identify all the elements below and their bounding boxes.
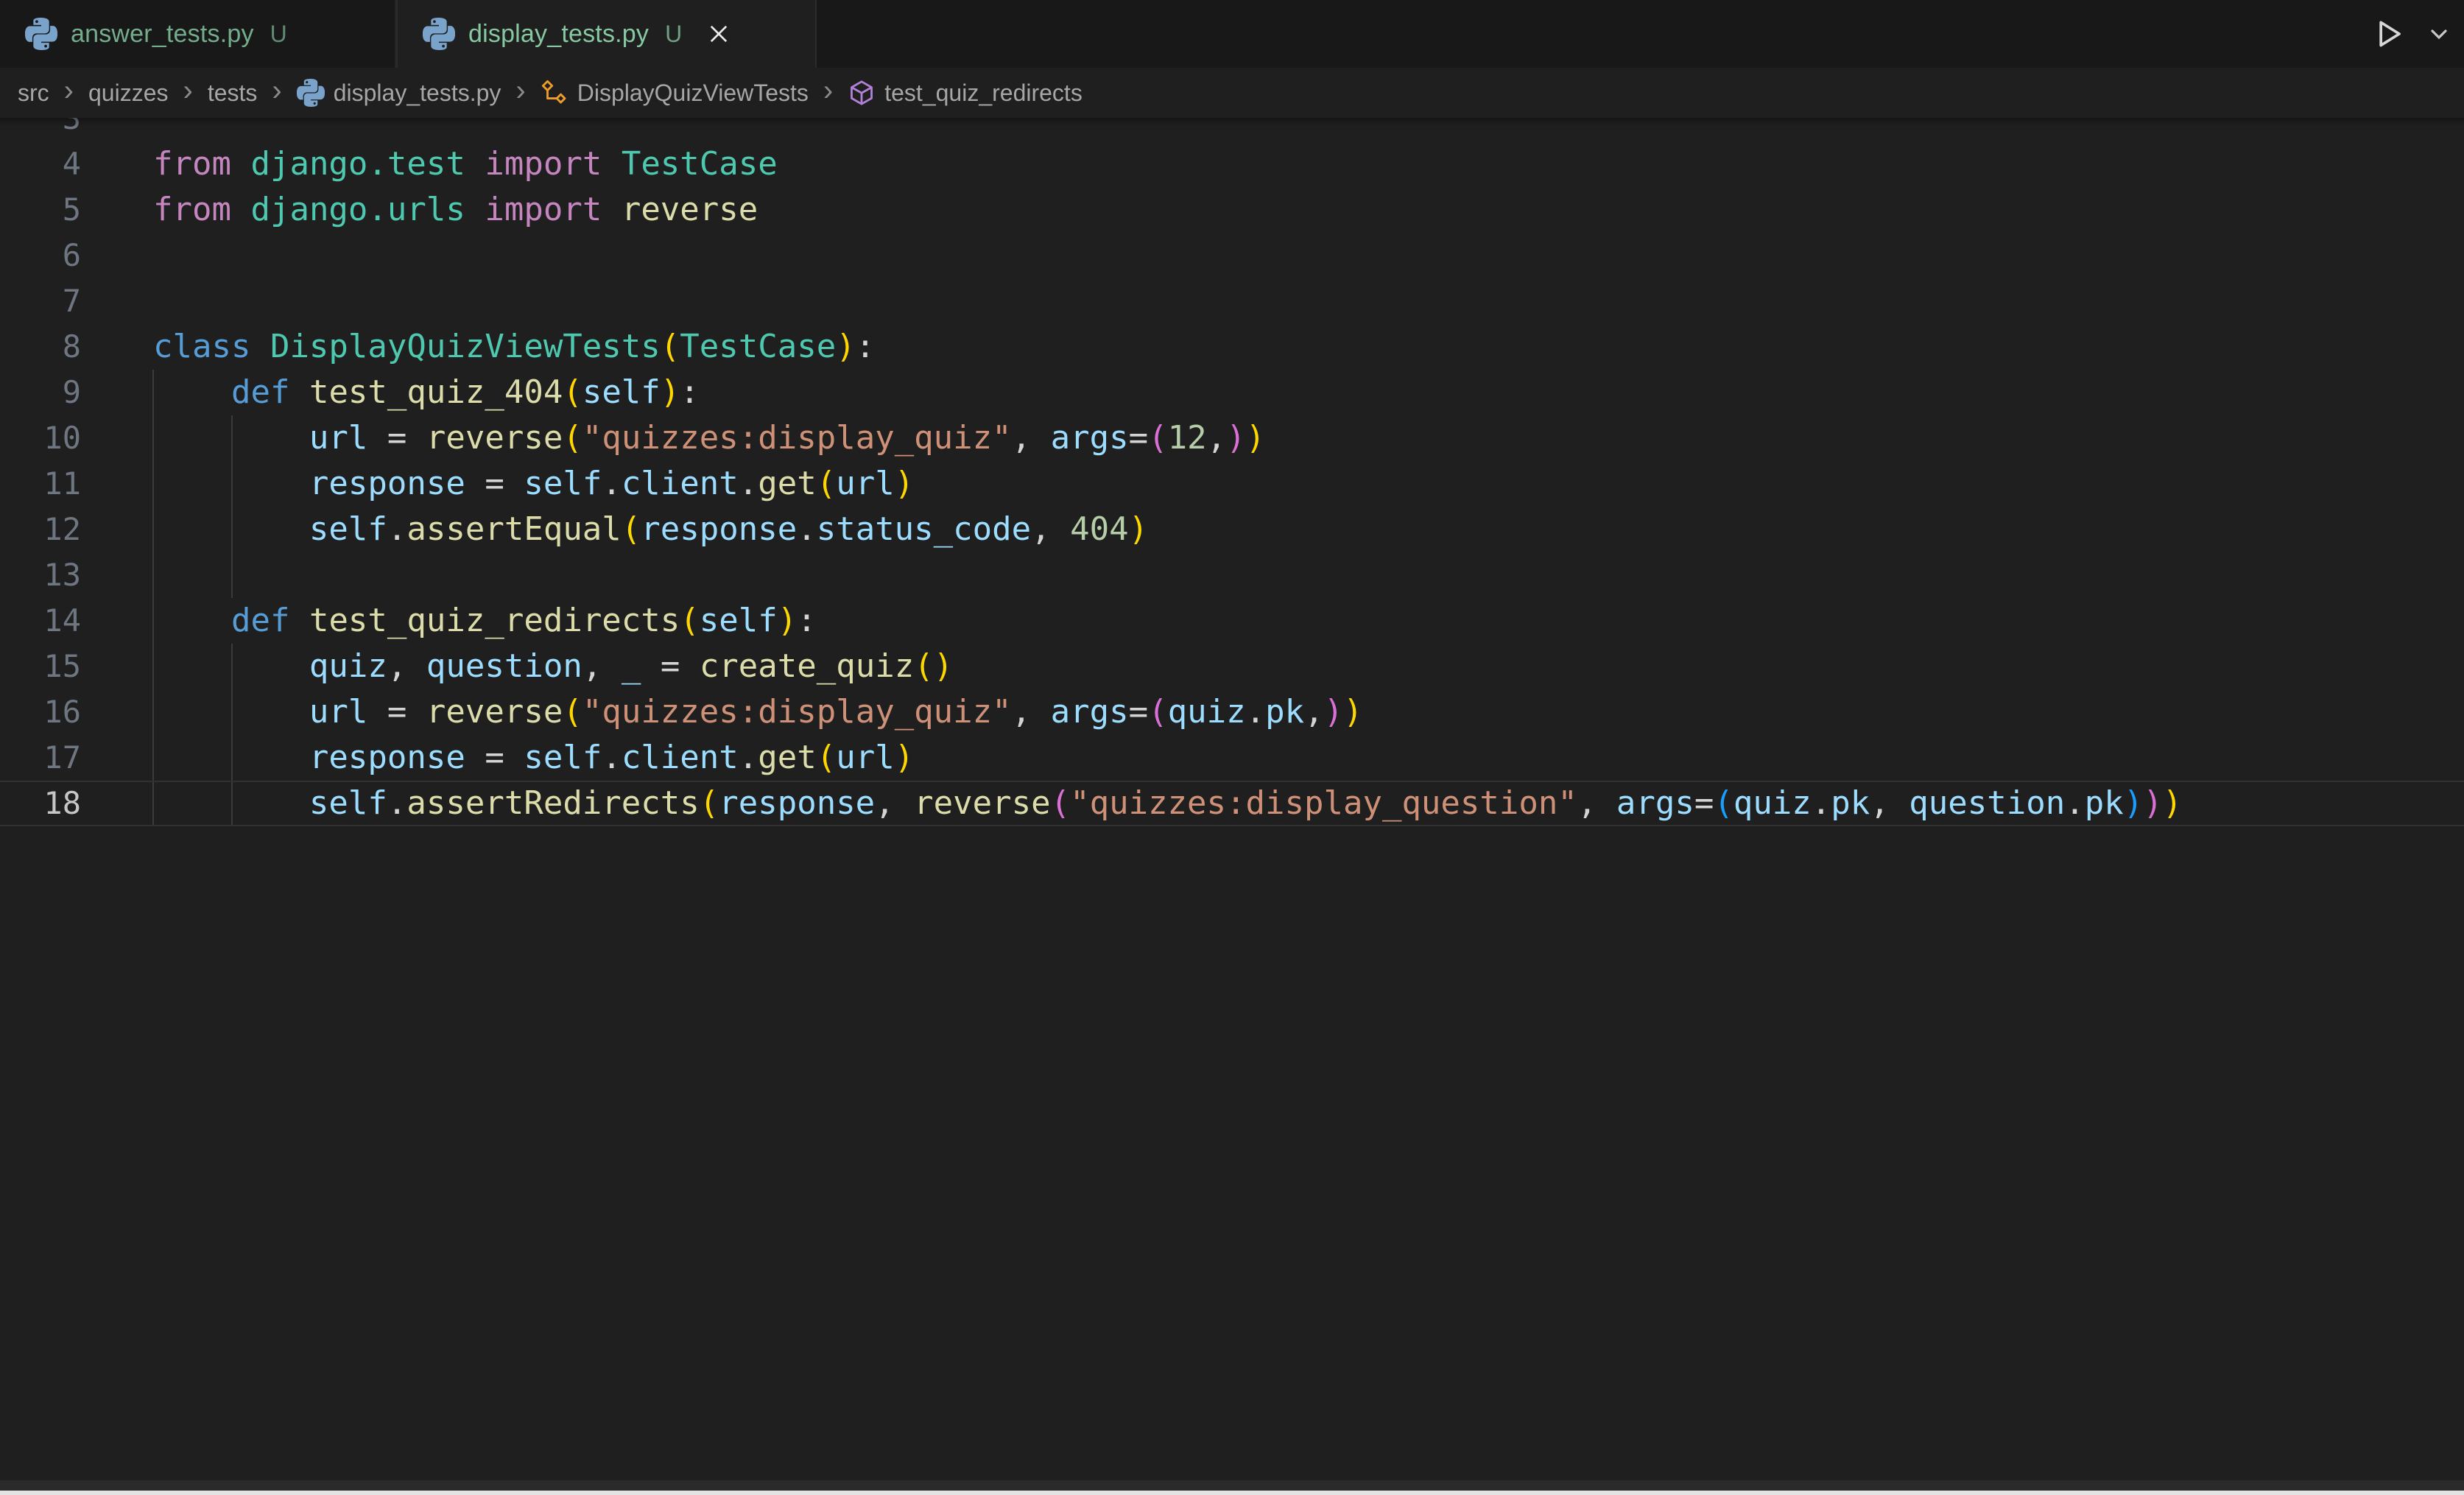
code-line-text: url = reverse("quizzes:display_quiz", ar… <box>81 689 1363 735</box>
line-number[interactable]: 13 <box>0 552 81 598</box>
code-line[interactable]: 4from django.test import TestCase <box>0 141 2464 187</box>
code-line[interactable]: 7 <box>0 278 2464 324</box>
line-number[interactable]: 6 <box>0 233 81 278</box>
line-number[interactable]: 12 <box>0 507 81 552</box>
code-line[interactable]: 15 quiz, question, _ = create_quiz() <box>0 644 2464 689</box>
breadcrumb-separator: › <box>260 74 293 112</box>
breadcrumb-item-src[interactable]: src <box>18 80 49 107</box>
close-icon[interactable] <box>703 18 735 50</box>
breadcrumb-separator: › <box>52 74 85 112</box>
tab-label: answer_tests.py <box>71 20 254 49</box>
line-number[interactable]: 16 <box>0 689 81 735</box>
code-line[interactable]: 9 def test_quiz_404(self): <box>0 370 2464 415</box>
code-line-text: quiz, question, _ = create_quiz() <box>81 644 953 689</box>
code-line[interactable]: 5from django.urls import reverse <box>0 187 2464 233</box>
breadcrumb-item-class[interactable]: DisplayQuizViewTests <box>541 79 809 107</box>
code-line[interactable]: 3 <box>0 118 2464 141</box>
line-number[interactable]: 3 <box>0 118 81 141</box>
line-number[interactable]: 8 <box>0 324 81 370</box>
line-number[interactable]: 15 <box>0 644 81 689</box>
taskbar-edge <box>0 1491 2464 1495</box>
code-line-text: def test_quiz_404(self): <box>81 370 700 415</box>
breadcrumb-item-quizzes[interactable]: quizzes <box>88 80 169 107</box>
python-icon <box>423 18 455 50</box>
breadcrumb: src › quizzes › tests › display_tests.py… <box>0 68 2464 118</box>
code-line[interactable]: 12 self.assertEqual(response.status_code… <box>0 507 2464 552</box>
git-untracked-badge: U <box>270 21 287 48</box>
line-number[interactable]: 17 <box>0 735 81 781</box>
line-number[interactable]: 7 <box>0 278 81 324</box>
line-number[interactable]: 5 <box>0 187 81 233</box>
code-line-text: class DisplayQuizViewTests(TestCase): <box>81 324 875 370</box>
code-line[interactable]: 17 response = self.client.get(url) <box>0 735 2464 781</box>
code-line[interactable]: 10 url = reverse("quizzes:display_quiz",… <box>0 415 2464 461</box>
editor-actions <box>2370 0 2451 68</box>
line-number[interactable]: 11 <box>0 461 81 507</box>
code-line-current[interactable]: 18 self.assertRedirects(response, revers… <box>0 781 2464 826</box>
code-line-text: self.assertEqual(response.status_code, 4… <box>81 507 1148 552</box>
breadcrumb-separator: › <box>171 74 204 112</box>
breadcrumb-separator: › <box>504 74 537 112</box>
editor-tab-bar: answer_tests.py U display_tests.py U <box>0 0 2464 68</box>
code-line[interactable]: 6 <box>0 233 2464 278</box>
tab-display-tests[interactable]: display_tests.py U <box>396 0 817 68</box>
line-number[interactable]: 14 <box>0 598 81 644</box>
python-icon <box>25 18 57 50</box>
code-editor[interactable]: 34from django.test import TestCase5from … <box>0 118 2464 1480</box>
code-line[interactable]: 8class DisplayQuizViewTests(TestCase): <box>0 324 2464 370</box>
line-number[interactable]: 10 <box>0 415 81 461</box>
code-line[interactable]: 16 url = reverse("quizzes:display_quiz",… <box>0 689 2464 735</box>
method-icon <box>848 79 876 107</box>
breadcrumb-item-file[interactable]: display_tests.py <box>297 79 501 107</box>
tab-answer-tests[interactable]: answer_tests.py U <box>0 0 396 68</box>
breadcrumb-item-tests[interactable]: tests <box>208 80 258 107</box>
code-line[interactable]: 11 response = self.client.get(url) <box>0 461 2464 507</box>
code-line[interactable]: 14 def test_quiz_redirects(self): <box>0 598 2464 644</box>
code-line[interactable]: 13 <box>0 552 2464 598</box>
window-bottom-band <box>0 1480 2464 1491</box>
git-untracked-badge: U <box>665 21 682 48</box>
breadcrumb-separator: › <box>812 74 845 112</box>
vscode-window: answer_tests.py U display_tests.py U <box>0 0 2464 1495</box>
code-line-text: response = self.client.get(url) <box>81 461 914 507</box>
line-number[interactable]: 4 <box>0 141 81 187</box>
run-python-file-button[interactable] <box>2370 15 2408 53</box>
run-dropdown-chevron-icon[interactable] <box>2427 22 2451 46</box>
code-line-text: def test_quiz_redirects(self): <box>81 598 817 644</box>
code-line-text: self.assertRedirects(response, reverse("… <box>81 781 2182 826</box>
line-number[interactable]: 18 <box>0 781 81 826</box>
code-lines: 34from django.test import TestCase5from … <box>0 118 2464 826</box>
tab-label: display_tests.py <box>468 20 649 49</box>
code-line-text: response = self.client.get(url) <box>81 735 914 781</box>
code-line-text: url = reverse("quizzes:display_quiz", ar… <box>81 415 1265 461</box>
code-line-text: from django.test import TestCase <box>81 141 778 187</box>
breadcrumb-item-method[interactable]: test_quiz_redirects <box>848 79 1083 107</box>
line-number[interactable]: 9 <box>0 370 81 415</box>
code-line-text: from django.urls import reverse <box>81 187 758 233</box>
python-icon <box>297 79 325 107</box>
class-icon <box>541 79 569 107</box>
